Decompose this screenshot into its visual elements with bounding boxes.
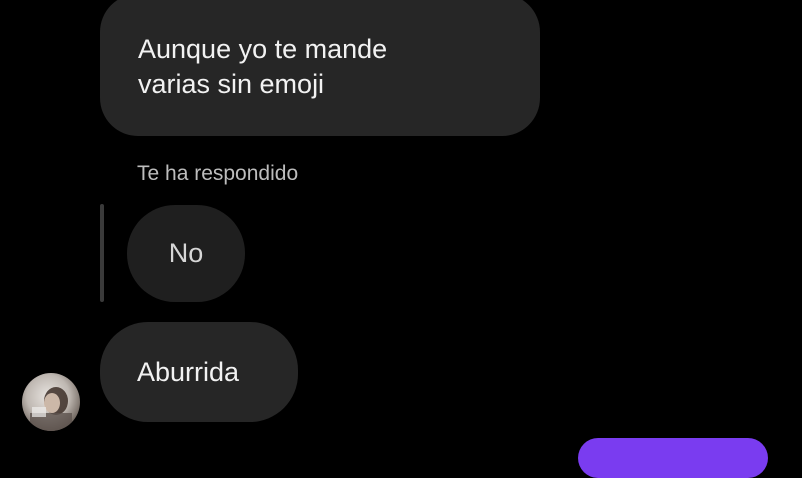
avatar-image [30,387,72,431]
received-message-bubble[interactable]: Aburrida [100,322,298,422]
message-text-line: varias sin emoji [138,69,325,99]
received-message-bubble[interactable]: Aunque yo te mande varias sin emoji [100,0,540,136]
contact-avatar-icon[interactable] [22,373,80,431]
sent-message-bubble[interactable] [578,438,768,478]
quoted-message-bubble[interactable]: No [127,205,245,302]
reply-label: Te ha respondido [137,162,299,185]
message-text-line: Aunque yo te mande [138,34,388,64]
message-text: Aburrida [137,356,240,387]
quoted-message-text: No [168,238,204,268]
chat-thread: Aunque yo te mande varias sin emoji Te h… [0,0,802,478]
reply-quote-bar [100,204,104,302]
